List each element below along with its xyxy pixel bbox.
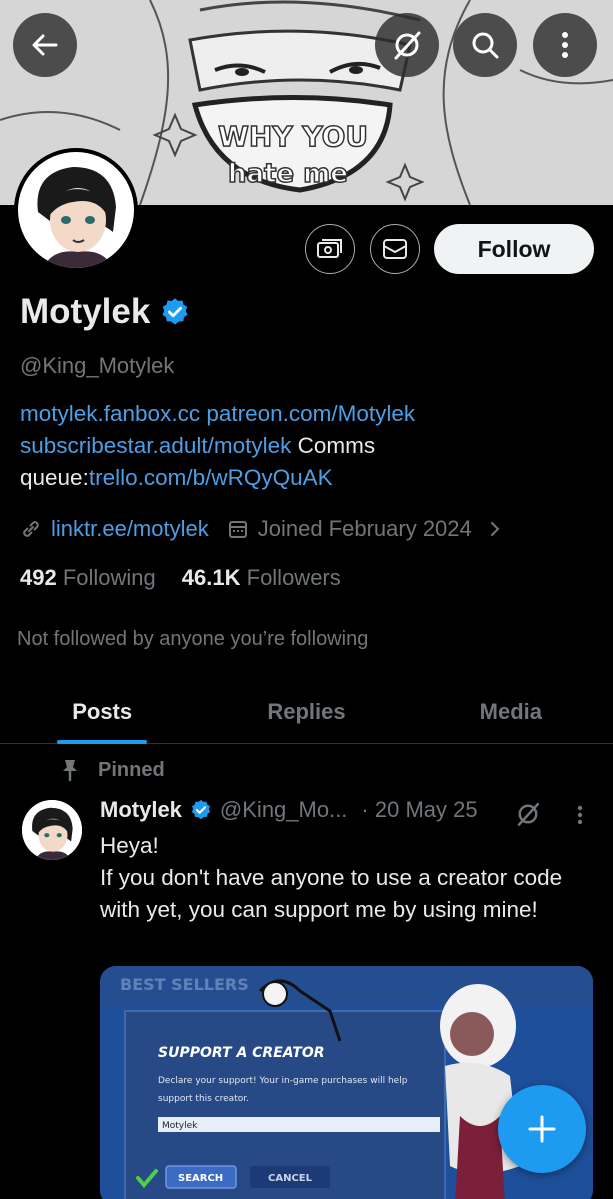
media-cancel-label: CANCEL <box>268 1173 313 1184</box>
post-more-icon[interactable] <box>576 804 584 826</box>
profile-avatar[interactable] <box>14 148 138 272</box>
search-button[interactable] <box>453 13 517 77</box>
back-button[interactable] <box>13 13 77 77</box>
follow-stats: 492 Following 46.1K Followers <box>20 565 341 591</box>
bio-text-comms: Comms <box>297 433 376 458</box>
subscribe-button[interactable] <box>305 224 355 274</box>
pin-icon <box>63 760 77 782</box>
followers-stat[interactable]: 46.1K Followers <box>182 565 341 591</box>
verified-badge-icon <box>191 799 211 820</box>
profile-handle: @King_Motylek <box>20 353 175 378</box>
bio-text-queue: queue: <box>20 465 89 490</box>
post-header: Motylek @King_Mo... · 20 May 25 <box>100 797 478 823</box>
profile-meta: linktr.ee/motylek Joined February 2024 <box>20 513 502 545</box>
pinned-indicator: Pinned <box>60 758 165 782</box>
arrow-left-icon <box>32 34 58 56</box>
website-link[interactable]: linktr.ee/motylek <box>51 516 209 542</box>
not-followed-note: Not followed by anyone you’re following <box>17 628 369 650</box>
banner-text-bottom: hate me <box>228 159 348 189</box>
post-text-line2: If you don't have anyone to use a creato… <box>100 865 563 922</box>
profile-name: Motylek <box>20 292 190 332</box>
bio-link-patreon[interactable]: patreon.com/Motylek <box>206 401 415 426</box>
grok-icon[interactable] <box>514 800 542 828</box>
calendar-icon <box>228 521 247 538</box>
search-icon <box>472 32 499 59</box>
bio-link-subscribestar[interactable]: subscribestar.adult/motylek <box>20 433 291 458</box>
follow-button[interactable]: Follow <box>434 224 594 274</box>
media-title: SUPPORT A CREATOR <box>158 1045 325 1061</box>
following-count: 492 <box>20 565 57 590</box>
joined-item: Joined February 2024 <box>227 516 472 542</box>
post-author[interactable]: Motylek <box>100 797 182 823</box>
verified-badge-icon[interactable] <box>160 297 190 327</box>
grok-icon <box>394 31 421 60</box>
avatar-image <box>18 152 134 268</box>
message-button[interactable] <box>370 224 420 274</box>
followers-count: 46.1K <box>181 565 241 590</box>
grok-button[interactable] <box>375 13 439 77</box>
post-date[interactable]: · 20 May 25 <box>361 797 477 823</box>
following-label: Following <box>62 565 156 590</box>
joined-date: Joined February 2024 <box>257 516 472 541</box>
compose-button[interactable] <box>498 1085 586 1173</box>
tab-media[interactable]: Media <box>409 680 613 743</box>
media-search-label: SEARCH <box>178 1173 223 1184</box>
tab-posts[interactable]: Posts <box>0 680 204 743</box>
media-desc-2: support this creator. <box>158 1094 249 1104</box>
banner-text-top: WHY YOU <box>218 120 368 153</box>
profile-name-text: Motylek <box>20 292 151 331</box>
following-stat[interactable]: 492 Following <box>20 565 156 591</box>
bio-link-fanbox[interactable]: motylek.fanbox.cc <box>20 401 200 426</box>
bio-link-trello[interactable]: trello.com/b/wRQyQuAK <box>89 465 333 490</box>
profile-bio: motylek.fanbox.cc patreon.com/Motylek su… <box>20 398 600 494</box>
website-item[interactable]: linktr.ee/motylek <box>20 516 209 542</box>
post-avatar[interactable] <box>22 800 82 860</box>
chevron-right-icon[interactable] <box>488 518 502 540</box>
media-bg-label: BEST SELLERS <box>120 975 249 994</box>
plus-icon <box>528 1115 556 1143</box>
more-button[interactable] <box>533 13 597 77</box>
media-desc-1: Declare your support! Your in-game purch… <box>158 1076 408 1086</box>
tab-replies[interactable]: Replies <box>204 680 408 743</box>
profile-tabs: Posts Replies Media <box>0 680 613 744</box>
followers-label: Followers <box>246 565 341 590</box>
post-handle[interactable]: @King_Mo... <box>220 797 348 823</box>
link-icon <box>23 521 39 537</box>
media-input-value: Motylek <box>162 1121 198 1131</box>
envelope-icon <box>383 239 407 259</box>
more-vertical-icon <box>562 32 568 58</box>
pinned-label: Pinned <box>98 758 165 781</box>
post-body: Heya! If you don't have anyone to use a … <box>100 830 590 926</box>
post-avatar-image <box>22 800 82 860</box>
money-icon <box>317 239 342 258</box>
post-text-line1: Heya! <box>100 833 159 858</box>
